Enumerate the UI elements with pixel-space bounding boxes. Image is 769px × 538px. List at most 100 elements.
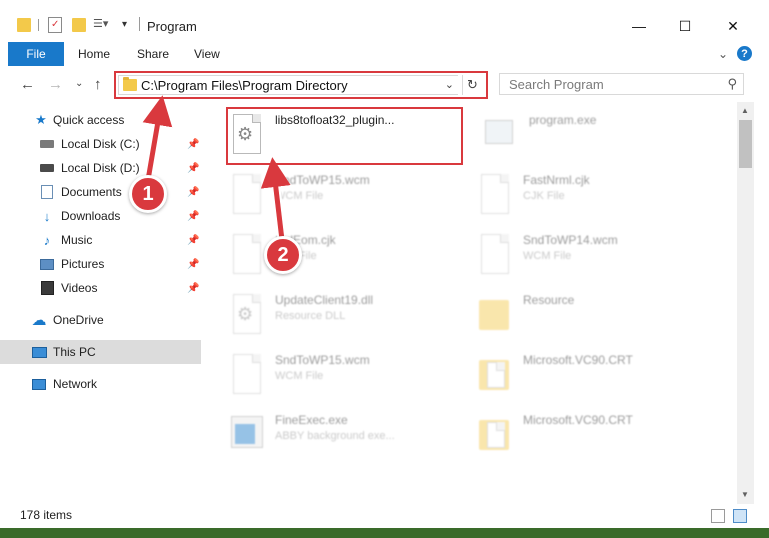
- file-type: WCM File: [523, 250, 572, 262]
- tab-home[interactable]: Home: [78, 47, 110, 61]
- new-folder-icon[interactable]: [72, 18, 86, 32]
- file-name: SndToWP15.wcm: [275, 173, 370, 187]
- drive-icon: [39, 136, 55, 152]
- back-arrow-icon[interactable]: ←: [20, 76, 35, 93]
- pin-icon[interactable]: 📌: [187, 187, 199, 198]
- sidebar-item-music[interactable]: ♪ Music 📌: [0, 228, 201, 252]
- callout-badge-1: 1: [129, 175, 167, 213]
- desktop-background: [0, 528, 769, 538]
- title-divider: [38, 19, 39, 31]
- pin-icon[interactable]: 📌: [187, 211, 199, 222]
- sidebar-item-label: OneDrive: [53, 313, 104, 327]
- file-item[interactable]: program.exe: [483, 108, 723, 164]
- pin-icon[interactable]: 📌: [187, 235, 199, 246]
- sidebar-item-videos[interactable]: Videos 📌: [0, 276, 201, 300]
- document-icon: [477, 172, 511, 216]
- help-icon[interactable]: ?: [737, 46, 752, 61]
- tab-share[interactable]: Share: [137, 47, 169, 61]
- cloud-icon: ☁: [31, 312, 47, 329]
- recent-locations-icon[interactable]: ⌄: [75, 78, 83, 89]
- sidebar-item-this-pc[interactable]: This PC: [0, 340, 201, 364]
- pin-icon[interactable]: 📌: [187, 163, 199, 174]
- dll-file-icon: ⚙: [229, 292, 263, 336]
- file-item[interactable]: Microsoft.VC90.CRT: [477, 408, 717, 464]
- pin-icon[interactable]: 📌: [187, 139, 199, 150]
- sidebar-item-pictures[interactable]: Pictures 📌: [0, 252, 201, 276]
- properties-icon[interactable]: ✓: [48, 17, 62, 33]
- file-item[interactable]: SndToWP15.wcm WCM File: [229, 168, 469, 224]
- sidebar-item-onedrive[interactable]: ☁ OneDrive: [0, 308, 201, 332]
- tab-view[interactable]: View: [194, 47, 220, 61]
- title-separator: [139, 17, 140, 31]
- window-title: Program: [147, 19, 197, 34]
- minimize-button[interactable]: —: [616, 12, 662, 40]
- sidebar-item-network[interactable]: Network: [0, 372, 201, 396]
- maximize-icon: ☐: [678, 17, 692, 34]
- sidebar-item-label: This PC: [53, 345, 96, 359]
- scrollbar-thumb[interactable]: [739, 120, 752, 168]
- address-field[interactable]: C:\Program Files\Program Directory ⌄: [118, 75, 458, 95]
- tab-file[interactable]: File: [8, 42, 64, 66]
- documents-icon: [39, 184, 55, 200]
- file-item[interactable]: SndToWP15.wcm WCM File: [229, 348, 469, 404]
- folder-icon: [17, 18, 31, 32]
- address-bar[interactable]: C:\Program Files\Program Directory ⌄ ↻: [114, 71, 488, 99]
- star-icon: ★: [35, 112, 47, 127]
- file-item[interactable]: ⚙ UpdateClient19.dll Resource DLL: [229, 288, 469, 344]
- folder-icon: [123, 77, 137, 91]
- sidebar-item-local-disk-c[interactable]: Local Disk (C:) 📌: [0, 132, 201, 156]
- exe-file-icon: [229, 412, 263, 456]
- file-item[interactable]: Resource: [477, 288, 717, 344]
- sidebar-item-label: Videos: [61, 281, 98, 295]
- large-icons-view-icon[interactable]: [733, 509, 747, 523]
- forward-arrow-icon[interactable]: →: [48, 76, 63, 93]
- file-name: SndToWP15.wcm: [275, 353, 370, 367]
- maximize-button[interactable]: ☐: [662, 12, 708, 40]
- pin-icon[interactable]: 📌: [187, 259, 199, 270]
- sidebar-item-quick-access[interactable]: ★ Quick access: [0, 108, 201, 132]
- search-icon: ⚲: [727, 76, 737, 91]
- videos-icon: [39, 280, 55, 296]
- file-item[interactable]: Microsoft.VC90.CRT: [477, 348, 717, 404]
- file-item[interactable]: FineExec.exe ABBY background exe...: [229, 408, 469, 464]
- sidebar-item-label: Pictures: [61, 257, 105, 271]
- refresh-icon[interactable]: ↻: [462, 75, 482, 95]
- sidebar-item-local-disk-d[interactable]: Local Disk (D:) 📌: [0, 156, 201, 180]
- sidebar-item-label: Music: [61, 233, 93, 247]
- file-name: UpdateClient19.dll: [275, 293, 374, 307]
- customize-toolbar-icon[interactable]: ☰▾: [93, 17, 115, 33]
- sidebar-item-downloads[interactable]: ↓ Downloads 📌: [0, 204, 201, 228]
- file-name: Microsoft.VC90.CRT: [523, 353, 633, 367]
- navigation-pane: ★ Quick access Local Disk (C:) 📌 Local D…: [0, 104, 203, 506]
- document-icon: [229, 232, 263, 276]
- folder-icon: [477, 352, 511, 396]
- file-name: FineExec.exe: [275, 413, 348, 427]
- music-icon: ♪: [43, 232, 51, 248]
- sidebar-item-label: Downloads: [61, 209, 121, 223]
- expand-ribbon-icon[interactable]: ⌄: [718, 47, 728, 61]
- close-button[interactable]: ✕: [710, 12, 756, 40]
- close-icon: ✕: [727, 17, 739, 34]
- scroll-up-icon[interactable]: ▲: [741, 106, 749, 115]
- pin-icon[interactable]: 📌: [187, 283, 199, 294]
- item-count: 178 items: [20, 508, 73, 522]
- sidebar-item-documents[interactable]: Documents 📌: [0, 180, 201, 204]
- vertical-scrollbar[interactable]: ▲ ▼: [737, 102, 754, 504]
- sidebar-item-label: Local Disk (C:): [61, 137, 140, 151]
- highlight-box: [226, 107, 463, 165]
- file-item[interactable]: FastNrml.cjk CJK File: [477, 168, 717, 224]
- file-item[interactable]: SndToWP14.wcm WCM File: [477, 228, 717, 284]
- quick-access-dropdown-icon[interactable]: ▾: [122, 19, 127, 37]
- downloads-icon: ↓: [43, 208, 51, 224]
- scroll-down-icon[interactable]: ▼: [741, 490, 749, 499]
- file-name: Resource: [523, 293, 575, 307]
- address-dropdown-icon[interactable]: ⌄: [445, 78, 454, 91]
- search-input[interactable]: Search Program ⚲: [499, 73, 744, 95]
- up-arrow-icon[interactable]: ↑: [94, 76, 102, 93]
- network-icon: [31, 376, 47, 392]
- sidebar-item-label: Local Disk (D:): [61, 161, 140, 175]
- details-view-icon[interactable]: [711, 509, 725, 523]
- file-name: FastNrml.cjk: [523, 173, 590, 187]
- pictures-icon: [39, 256, 55, 272]
- file-name: Microsoft.VC90.CRT: [523, 413, 633, 427]
